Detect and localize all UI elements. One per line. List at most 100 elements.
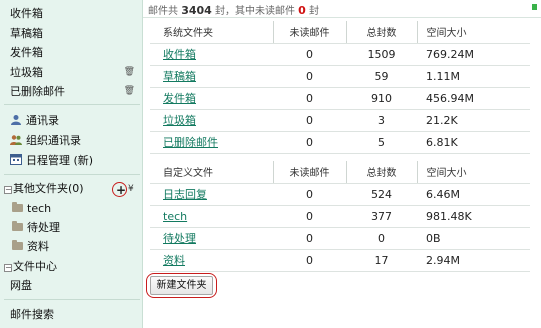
- divider: [4, 104, 140, 105]
- sidebar-item-materials[interactable]: 资料: [0, 237, 143, 256]
- column-header: 空间大小: [417, 161, 530, 184]
- sidebar-item-pending[interactable]: 待处理: [0, 218, 143, 237]
- folder-icon: [12, 202, 23, 212]
- org-contacts-icon: [10, 132, 22, 145]
- sidebar-item-label: 其他文件夹(0): [13, 182, 84, 195]
- size-cell: 2.94M: [417, 249, 530, 272]
- table-row: 资料 0 17 2.94M: [150, 249, 530, 272]
- trash-icon[interactable]: 🗑: [124, 82, 135, 101]
- new-folder-button[interactable]: 新建文件夹: [150, 276, 213, 295]
- manage-folders-icon[interactable]: ¥: [128, 184, 134, 194]
- sidebar-item-label: 草稿箱: [10, 27, 43, 40]
- total-cell: 1509: [346, 43, 417, 66]
- sidebar-item-inbox[interactable]: 收件箱: [0, 4, 143, 23]
- collapse-toggle-icon[interactable]: −: [4, 186, 12, 194]
- sidebar-item-contacts[interactable]: 通讯录: [0, 111, 143, 130]
- column-header: 未读邮件: [273, 161, 347, 184]
- size-cell: 21.2K: [417, 109, 530, 132]
- sidebar-item-label: 垃圾箱: [10, 66, 43, 79]
- folder-link[interactable]: 日志回复: [163, 188, 207, 201]
- size-cell: 981.48K: [417, 205, 530, 228]
- folder-link[interactable]: 发件箱: [163, 92, 196, 105]
- contacts-icon: [10, 112, 22, 125]
- sidebar-item-label: 发件箱: [10, 46, 43, 59]
- total-cell: 377: [346, 205, 417, 228]
- folder-link[interactable]: tech: [163, 210, 187, 223]
- unread-cell: 0: [273, 227, 346, 250]
- size-cell: 1.11M: [417, 65, 530, 88]
- column-header: 总封数: [346, 161, 418, 184]
- total-cell: 0: [346, 227, 417, 250]
- sidebar: 收件箱 草稿箱 发件箱 垃圾箱 🗑 已删除邮件 🗑 通讯录 组织通讯录 日程管理 (…: [0, 0, 143, 328]
- unread-cell: 0: [273, 87, 346, 110]
- folder-link[interactable]: 待处理: [163, 232, 196, 245]
- unread-cell: 0: [273, 249, 346, 272]
- sidebar-item-tech[interactable]: tech: [0, 199, 143, 218]
- size-cell: 0B: [417, 227, 530, 250]
- table-header-row: 自定义文件 未读邮件 总封数 空间大小: [150, 161, 530, 184]
- sidebar-item-label: 资料: [27, 240, 49, 253]
- column-header: 系统文件夹: [150, 21, 274, 44]
- sidebar-item-junk[interactable]: 垃圾箱 🗑: [0, 63, 143, 82]
- unread-cell: 0: [273, 65, 346, 88]
- unread-cell: 0: [273, 205, 346, 228]
- sidebar-item-drafts[interactable]: 草稿箱: [0, 24, 143, 43]
- sidebar-item-sent[interactable]: 发件箱: [0, 43, 143, 62]
- sidebar-item-label: 通讯录: [26, 114, 59, 127]
- sidebar-item-label: 组织通讯录: [26, 134, 81, 147]
- table-row: 日志回复 0 524 6.46M: [150, 183, 530, 206]
- unread-cell: 0: [273, 43, 346, 66]
- add-folder-icon[interactable]: +: [116, 183, 126, 197]
- sidebar-item-calendar[interactable]: 日程管理 (新): [0, 151, 143, 170]
- sidebar-item-deleted[interactable]: 已删除邮件 🗑: [0, 82, 143, 101]
- table-header-row: 系统文件夹 未读邮件 总封数 空间大小: [150, 21, 530, 44]
- trash-icon[interactable]: 🗑: [124, 63, 135, 82]
- divider: [4, 174, 140, 175]
- sidebar-item-label: 已删除邮件: [10, 85, 65, 98]
- file-center-header[interactable]: −文件中心: [0, 257, 143, 276]
- folder-link[interactable]: 已删除邮件: [163, 136, 218, 149]
- table-row: 发件箱 0 910 456.94M: [150, 87, 530, 110]
- total-cell: 524: [346, 183, 417, 206]
- size-cell: 456.94M: [417, 87, 530, 110]
- column-header: 总封数: [346, 21, 418, 44]
- collapse-toggle-icon[interactable]: −: [4, 264, 12, 272]
- folder-link[interactable]: 草稿箱: [163, 70, 196, 83]
- sidebar-item-label: 文件中心: [13, 260, 57, 273]
- table-row: 已删除邮件 0 5 6.81K: [150, 131, 530, 154]
- table-row: tech 0 377 981.48K: [150, 205, 530, 228]
- sidebar-item-label: 收件箱: [10, 7, 43, 20]
- unread-cell: 0: [273, 183, 346, 206]
- custom-folders-table: 自定义文件 未读邮件 总封数 空间大小 日志回复 0 524 6.46M tec…: [150, 161, 530, 272]
- total-cell: 5: [346, 131, 417, 154]
- table-row: 待处理 0 0 0B: [150, 227, 530, 250]
- unread-cell: 0: [273, 131, 346, 154]
- sidebar-item-org-contacts[interactable]: 组织通讯录: [0, 131, 143, 150]
- size-cell: 769.24M: [417, 43, 530, 66]
- unread-cell: 0: [273, 109, 346, 132]
- size-cell: 6.81K: [417, 131, 530, 154]
- divider: [4, 299, 140, 300]
- total-cell: 59: [346, 65, 417, 88]
- sidebar-item-netdisk[interactable]: 网盘: [0, 276, 143, 295]
- sidebar-item-label: tech: [27, 202, 52, 215]
- folder-icon: [12, 240, 23, 250]
- column-header: 未读邮件: [273, 21, 347, 44]
- system-folders-table: 系统文件夹 未读邮件 总封数 空间大小 收件箱 0 1509 769.24M 草…: [150, 21, 530, 154]
- column-header: 自定义文件: [150, 161, 274, 184]
- sidebar-item-label: 待处理: [27, 221, 60, 234]
- total-cell: 910: [346, 87, 417, 110]
- total-cell: 17: [346, 249, 417, 272]
- sidebar-item-label: 邮件搜索: [10, 308, 54, 321]
- sidebar-item-label: 网盘: [10, 279, 32, 292]
- folder-link[interactable]: 垃圾箱: [163, 114, 196, 127]
- column-header: 空间大小: [417, 21, 530, 44]
- folder-link[interactable]: 资料: [163, 254, 185, 267]
- sidebar-item-mail-search[interactable]: 邮件搜索: [0, 305, 143, 324]
- table-row: 收件箱 0 1509 769.24M: [150, 43, 530, 66]
- total-cell: 3: [346, 109, 417, 132]
- table-row: 草稿箱 0 59 1.11M: [150, 65, 530, 88]
- folder-link[interactable]: 收件箱: [163, 48, 196, 61]
- table-row: 垃圾箱 0 3 21.2K: [150, 109, 530, 132]
- sidebar-item-label: 日程管理 (新): [26, 154, 94, 167]
